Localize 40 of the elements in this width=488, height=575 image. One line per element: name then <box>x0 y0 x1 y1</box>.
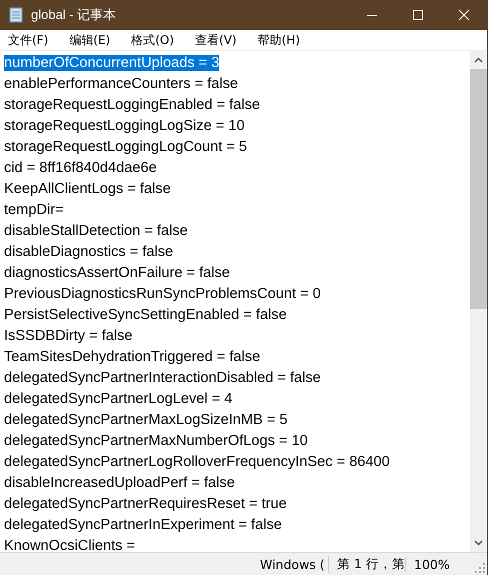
text-line: TeamSitesDehydrationTriggered = false <box>4 349 260 365</box>
menu-item[interactable]: 查看(V) <box>191 32 241 48</box>
text-line: disableStallDetection = false <box>4 223 188 239</box>
cursor-position: 第 1 行，第 <box>328 556 405 572</box>
notepad-icon <box>9 7 23 23</box>
zoom-level: 100% <box>405 556 450 572</box>
resize-grip-icon[interactable] <box>475 563 485 573</box>
text-line: delegatedSyncPartnerLogLevel = 4 <box>4 391 232 407</box>
text-line: delegatedSyncPartnerRequiresReset = true <box>4 496 287 512</box>
maximize-icon <box>412 9 424 21</box>
text-line: KeepAllClientLogs = false <box>4 181 171 197</box>
scroll-up-icon[interactable] <box>474 57 483 63</box>
text-line: storageRequestLoggingLogCount = 5 <box>4 139 248 155</box>
text-line: disableIncreasedUploadPerf = false <box>4 475 235 491</box>
text-line: delegatedSyncPartnerLogRolloverFrequencyInSec = 86400 <box>4 454 390 470</box>
text-line: enablePerformanceCounters = false <box>4 76 238 92</box>
window-title: global - 记事本 <box>31 6 118 24</box>
text-line: delegatedSyncPartnerMaxLogSizeInMB = 5 <box>4 412 288 428</box>
menu-item[interactable]: 文件(F) <box>4 32 52 48</box>
text-line: storageRequestLoggingEnabled = false <box>4 97 260 113</box>
scrollbar-thumb[interactable] <box>470 69 487 309</box>
text-line: delegatedSyncPartnerMaxNumberOfLogs = 10 <box>4 433 308 449</box>
menu-item[interactable]: 格式(O) <box>127 32 178 48</box>
text-line: diagnosticsAssertOnFailure = false <box>4 265 230 281</box>
text-line: delegatedSyncPartnerInExperiment = false <box>4 517 282 533</box>
encoding-label: Windows ( <box>259 556 326 572</box>
vertical-scrollbar[interactable] <box>470 51 487 552</box>
menu-item[interactable]: 帮助(H) <box>254 32 304 48</box>
text-line: KnownOcsiClients = <box>4 538 135 552</box>
text-line: PersistSelectiveSyncSettingEnabled = false <box>4 307 287 323</box>
text-line: IsSSDBDirty = false <box>4 328 133 344</box>
text-line: tempDir= <box>4 202 64 218</box>
close-icon <box>458 9 470 21</box>
text-line: delegatedSyncPartnerInteractionDisabled = false <box>4 370 321 386</box>
text-line: cid = 8ff16f840d4dae6e <box>4 160 157 176</box>
menu-item[interactable]: 编辑(E) <box>65 32 114 48</box>
text-line: PreviousDiagnosticsRunSyncProblemsCount = 0 <box>4 286 321 302</box>
scroll-down-icon[interactable] <box>474 540 483 546</box>
text-line: storageRequestLoggingLogSize = 10 <box>4 118 245 134</box>
text-line: disableDiagnostics = false <box>4 244 174 260</box>
